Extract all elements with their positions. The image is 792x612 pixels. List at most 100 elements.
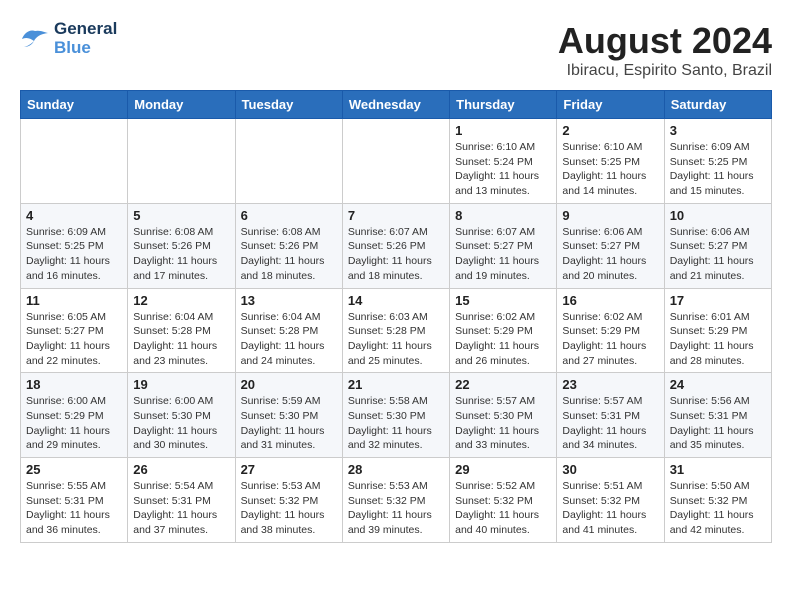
week-row-0: 1 Sunrise: 6:10 AM Sunset: 5:24 PM Daylig…: [21, 119, 772, 204]
week-row-2: 11Sunrise: 6:05 AM Sunset: 5:27 PM Dayli…: [21, 288, 772, 373]
calendar-cell: 21 Sunrise: 5:58 AM Sunset: 5:30 PM Dayli…: [342, 373, 449, 458]
calendar-cell: 7Sunrise: 6:07 AM Sunset: 5:26 PM Daylig…: [342, 203, 449, 288]
calendar-cell: 22Sunrise: 5:57 AM Sunset: 5:30 PM Dayli…: [450, 373, 557, 458]
calendar-cell: 15Sunrise: 6:02 AM Sunset: 5:29 PM Dayli…: [450, 288, 557, 373]
day-info: Sunrise: 5:55 AM Sunset: 5:31 PM Dayligh…: [26, 479, 122, 538]
week-row-4: 25 Sunrise: 5:55 AM Sunset: 5:31 PM Dayli…: [21, 458, 772, 543]
calendar-cell: 28 Sunrise: 5:53 AM Sunset: 5:32 PM Dayli…: [342, 458, 449, 543]
day-number: 18: [26, 377, 122, 392]
calendar-cell: [342, 119, 449, 204]
calendar-cell: 5Sunrise: 6:08 AM Sunset: 5:26 PM Daylig…: [128, 203, 235, 288]
logo-icon: [20, 27, 50, 51]
day-info: Sunrise: 6:02 AM Sunset: 5:29 PM Dayligh…: [562, 310, 658, 369]
weekday-header-thursday: Thursday: [450, 91, 557, 119]
calendar-cell: [21, 119, 128, 204]
calendar-cell: 14 Sunrise: 6:03 AM Sunset: 5:28 PM Dayli…: [342, 288, 449, 373]
day-number: 2: [562, 123, 658, 138]
day-number: 8: [455, 208, 551, 223]
weekday-header-row: SundayMondayTuesdayWednesdayThursdayFrid…: [21, 91, 772, 119]
calendar-cell: 20 Sunrise: 5:59 AM Sunset: 5:30 PM Dayli…: [235, 373, 342, 458]
day-number: 9: [562, 208, 658, 223]
day-info: Sunrise: 6:00 AM Sunset: 5:30 PM Dayligh…: [133, 394, 229, 453]
day-number: 3: [670, 123, 766, 138]
weekday-header-tuesday: Tuesday: [235, 91, 342, 119]
day-number: 29: [455, 462, 551, 477]
calendar-cell: 27 Sunrise: 5:53 AM Sunset: 5:32 PM Dayli…: [235, 458, 342, 543]
day-number: 21: [348, 377, 444, 392]
day-info: Sunrise: 6:09 AM Sunset: 5:25 PM Dayligh…: [670, 140, 766, 199]
calendar-cell: 19 Sunrise: 6:00 AM Sunset: 5:30 PM Dayli…: [128, 373, 235, 458]
day-number: 19: [133, 377, 229, 392]
week-row-3: 18 Sunrise: 6:00 AM Sunset: 5:29 PM Dayli…: [21, 373, 772, 458]
calendar-cell: 9 Sunrise: 6:06 AM Sunset: 5:27 PM Daylig…: [557, 203, 664, 288]
calendar-table: SundayMondayTuesdayWednesdayThursdayFrid…: [20, 90, 772, 543]
calendar-cell: 12 Sunrise: 6:04 AM Sunset: 5:28 PM Dayli…: [128, 288, 235, 373]
logo-text: General Blue: [54, 20, 117, 57]
day-info: Sunrise: 6:03 AM Sunset: 5:28 PM Dayligh…: [348, 310, 444, 369]
day-info: Sunrise: 6:09 AM Sunset: 5:25 PM Dayligh…: [26, 225, 122, 284]
calendar-cell: [235, 119, 342, 204]
day-number: 1: [455, 123, 551, 138]
day-number: 24: [670, 377, 766, 392]
calendar-cell: 25 Sunrise: 5:55 AM Sunset: 5:31 PM Dayli…: [21, 458, 128, 543]
day-info: Sunrise: 6:10 AM Sunset: 5:25 PM Dayligh…: [562, 140, 658, 199]
title-area: August 2024 Ibiracu, Espirito Santo, Bra…: [558, 20, 772, 80]
day-number: 25: [26, 462, 122, 477]
day-number: 15: [455, 293, 551, 308]
day-info: Sunrise: 6:07 AM Sunset: 5:27 PM Dayligh…: [455, 225, 551, 284]
calendar-cell: 18 Sunrise: 6:00 AM Sunset: 5:29 PM Dayli…: [21, 373, 128, 458]
day-number: 27: [241, 462, 337, 477]
calendar-cell: 8 Sunrise: 6:07 AM Sunset: 5:27 PM Daylig…: [450, 203, 557, 288]
day-number: 28: [348, 462, 444, 477]
location-title: Ibiracu, Espirito Santo, Brazil: [558, 62, 772, 80]
day-number: 12: [133, 293, 229, 308]
day-info: Sunrise: 5:53 AM Sunset: 5:32 PM Dayligh…: [241, 479, 337, 538]
day-info: Sunrise: 5:52 AM Sunset: 5:32 PM Dayligh…: [455, 479, 551, 538]
calendar-cell: 1 Sunrise: 6:10 AM Sunset: 5:24 PM Daylig…: [450, 119, 557, 204]
calendar-cell: 6 Sunrise: 6:08 AM Sunset: 5:26 PM Daylig…: [235, 203, 342, 288]
weekday-header-sunday: Sunday: [21, 91, 128, 119]
day-number: 13: [241, 293, 337, 308]
day-number: 22: [455, 377, 551, 392]
day-number: 4: [26, 208, 122, 223]
calendar-cell: 3 Sunrise: 6:09 AM Sunset: 5:25 PM Daylig…: [664, 119, 771, 204]
day-info: Sunrise: 6:04 AM Sunset: 5:28 PM Dayligh…: [241, 310, 337, 369]
day-info: Sunrise: 6:00 AM Sunset: 5:29 PM Dayligh…: [26, 394, 122, 453]
day-info: Sunrise: 5:56 AM Sunset: 5:31 PM Dayligh…: [670, 394, 766, 453]
day-number: 31: [670, 462, 766, 477]
logo: General Blue: [20, 20, 117, 57]
calendar-cell: 31 Sunrise: 5:50 AM Sunset: 5:32 PM Dayli…: [664, 458, 771, 543]
day-info: Sunrise: 6:06 AM Sunset: 5:27 PM Dayligh…: [562, 225, 658, 284]
day-number: 23: [562, 377, 658, 392]
day-info: Sunrise: 5:51 AM Sunset: 5:32 PM Dayligh…: [562, 479, 658, 538]
day-number: 6: [241, 208, 337, 223]
calendar-cell: 24 Sunrise: 5:56 AM Sunset: 5:31 PM Dayli…: [664, 373, 771, 458]
weekday-header-wednesday: Wednesday: [342, 91, 449, 119]
day-number: 20: [241, 377, 337, 392]
calendar-cell: 16Sunrise: 6:02 AM Sunset: 5:29 PM Dayli…: [557, 288, 664, 373]
weekday-header-saturday: Saturday: [664, 91, 771, 119]
day-number: 14: [348, 293, 444, 308]
day-info: Sunrise: 6:04 AM Sunset: 5:28 PM Dayligh…: [133, 310, 229, 369]
calendar-cell: 11Sunrise: 6:05 AM Sunset: 5:27 PM Dayli…: [21, 288, 128, 373]
day-info: Sunrise: 5:53 AM Sunset: 5:32 PM Dayligh…: [348, 479, 444, 538]
day-number: 26: [133, 462, 229, 477]
day-info: Sunrise: 5:58 AM Sunset: 5:30 PM Dayligh…: [348, 394, 444, 453]
weekday-header-friday: Friday: [557, 91, 664, 119]
day-info: Sunrise: 5:50 AM Sunset: 5:32 PM Dayligh…: [670, 479, 766, 538]
day-info: Sunrise: 6:08 AM Sunset: 5:26 PM Dayligh…: [241, 225, 337, 284]
weekday-header-monday: Monday: [128, 91, 235, 119]
day-info: Sunrise: 5:57 AM Sunset: 5:31 PM Dayligh…: [562, 394, 658, 453]
day-info: Sunrise: 6:07 AM Sunset: 5:26 PM Dayligh…: [348, 225, 444, 284]
calendar-cell: 4 Sunrise: 6:09 AM Sunset: 5:25 PM Daylig…: [21, 203, 128, 288]
day-info: Sunrise: 5:59 AM Sunset: 5:30 PM Dayligh…: [241, 394, 337, 453]
calendar-cell: 26 Sunrise: 5:54 AM Sunset: 5:31 PM Dayli…: [128, 458, 235, 543]
calendar-cell: 17Sunrise: 6:01 AM Sunset: 5:29 PM Dayli…: [664, 288, 771, 373]
day-info: Sunrise: 5:54 AM Sunset: 5:31 PM Dayligh…: [133, 479, 229, 538]
day-info: Sunrise: 6:10 AM Sunset: 5:24 PM Dayligh…: [455, 140, 551, 199]
calendar-cell: 30Sunrise: 5:51 AM Sunset: 5:32 PM Dayli…: [557, 458, 664, 543]
day-number: 5: [133, 208, 229, 223]
day-info: Sunrise: 6:06 AM Sunset: 5:27 PM Dayligh…: [670, 225, 766, 284]
calendar-cell: 13 Sunrise: 6:04 AM Sunset: 5:28 PM Dayli…: [235, 288, 342, 373]
calendar-cell: 2 Sunrise: 6:10 AM Sunset: 5:25 PM Daylig…: [557, 119, 664, 204]
